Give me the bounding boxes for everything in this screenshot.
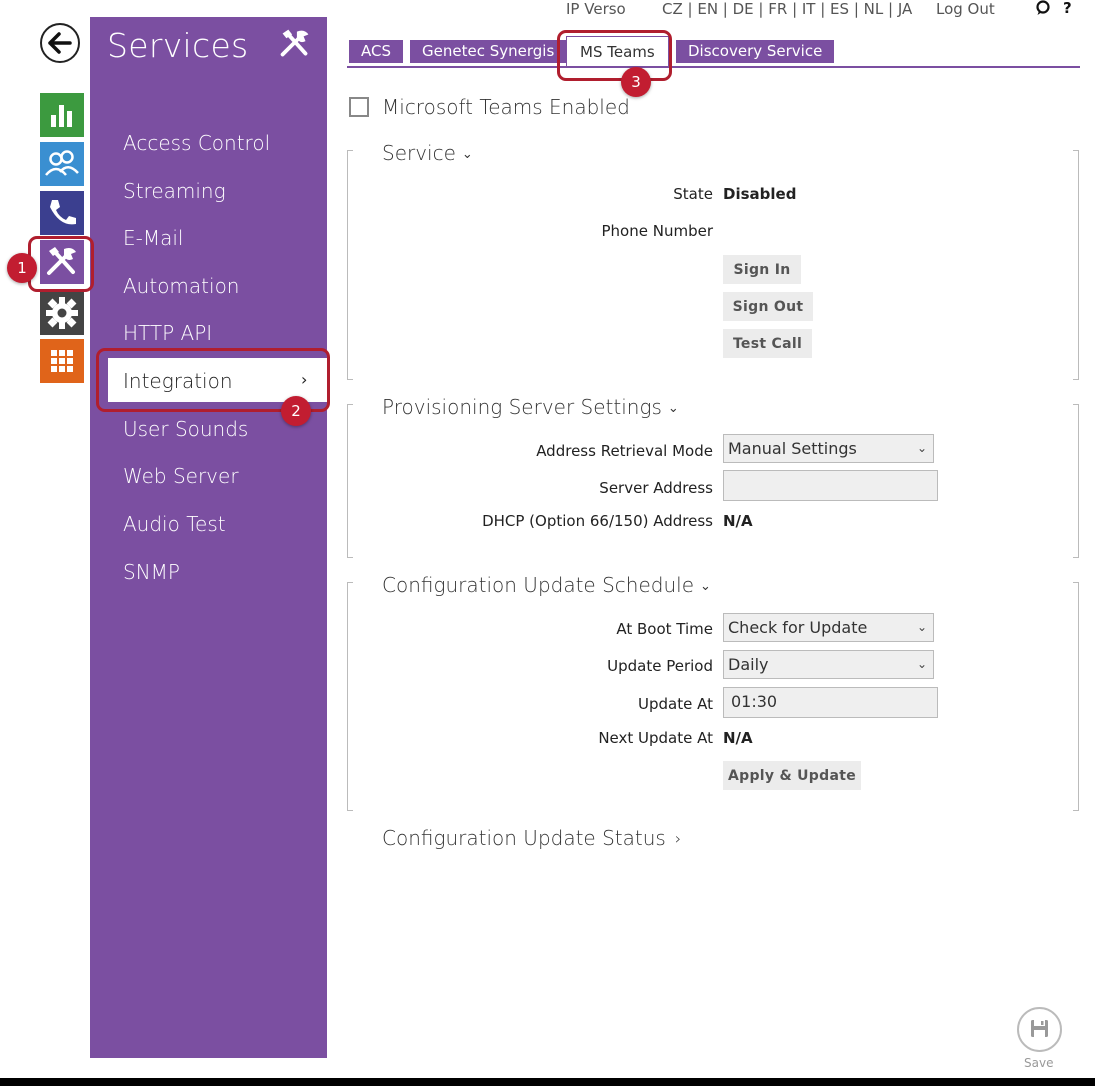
sign-in-button[interactable]: Sign In: [723, 255, 801, 284]
provisioning-bracket-left: [347, 404, 353, 558]
help-icon[interactable]: ?: [1063, 0, 1072, 17]
rail-status[interactable]: [40, 93, 84, 137]
update-at-label: Update At: [638, 695, 713, 713]
update-period-select[interactable]: Daily ⌄: [723, 650, 934, 679]
sidebar-item-email[interactable]: E-Mail: [123, 226, 183, 250]
next-update-label: Next Update At: [598, 729, 713, 747]
hardware-gear-icon: [40, 291, 84, 335]
sidebar-item-streaming[interactable]: Streaming: [123, 179, 226, 203]
service-section-title[interactable]: Service ⌄: [382, 141, 473, 165]
annotation-box-1: [28, 236, 94, 292]
status-chart-icon: [40, 93, 84, 137]
system-grid-icon: [40, 339, 84, 383]
annotation-box-3: [557, 30, 672, 81]
rail-phone[interactable]: [40, 191, 84, 235]
services-sidebar: [90, 17, 327, 1058]
floppy-disk-icon: [1031, 1020, 1048, 1037]
language-selector[interactable]: CZ | EN | DE | FR | IT | ES | NL | JA: [662, 0, 912, 18]
teams-enabled-label: Microsoft Teams Enabled: [382, 95, 630, 119]
sidebar-item-automation[interactable]: Automation: [123, 274, 239, 298]
save-label: Save: [1024, 1056, 1054, 1070]
chevron-down-icon: ⌄: [916, 441, 927, 455]
schedule-bracket-left: [347, 582, 353, 811]
sidebar-item-user-sounds[interactable]: User Sounds: [123, 417, 248, 441]
tab-acs[interactable]: ACS: [349, 40, 403, 63]
teams-enabled-checkbox[interactable]: [349, 97, 369, 117]
directory-users-icon: [40, 142, 84, 186]
annotation-badge-3: 3: [621, 67, 651, 97]
tab-underline: [347, 66, 1080, 68]
product-name: IP Verso: [566, 0, 626, 18]
sign-out-button[interactable]: Sign Out: [723, 292, 813, 321]
boot-time-label: At Boot Time: [616, 620, 713, 638]
chevron-down-icon: ⌄: [916, 657, 927, 671]
dhcp-address-label: DHCP (Option 66/150) Address: [482, 512, 713, 530]
address-mode-label: Address Retrieval Mode: [536, 442, 713, 460]
chevron-down-icon: ⌄: [461, 147, 473, 162]
logout-link[interactable]: Log Out: [936, 0, 995, 18]
rail-directory[interactable]: [40, 142, 84, 186]
update-period-label: Update Period: [607, 657, 713, 675]
tab-genetec-synergis[interactable]: Genetec Synergis: [410, 40, 567, 63]
state-label: State: [673, 185, 713, 203]
address-mode-select[interactable]: Manual Settings ⌄: [723, 434, 934, 463]
phone-number-label: Phone Number: [601, 222, 714, 240]
sidebar-item-audio-test[interactable]: Audio Test: [123, 512, 226, 536]
chevron-down-icon: ⌄: [700, 579, 711, 594]
sidebar-item-access-control[interactable]: Access Control: [123, 131, 270, 155]
test-call-button[interactable]: Test Call: [723, 329, 812, 358]
state-value: Disabled: [723, 185, 797, 203]
chevron-down-icon: ⌄: [667, 401, 679, 416]
schedule-section-title[interactable]: Configuration Update Schedule ⌄: [382, 573, 711, 597]
schedule-bracket-right: [1073, 582, 1079, 811]
boot-time-select[interactable]: Check for Update ⌄: [723, 613, 934, 642]
service-bracket-left: [347, 150, 353, 380]
rail-system[interactable]: [40, 339, 84, 383]
rail-hardware[interactable]: [40, 291, 84, 335]
sidebar-item-web-server[interactable]: Web Server: [123, 464, 239, 488]
annotation-badge-2: 2: [281, 396, 311, 426]
chevron-down-icon: ⌄: [916, 620, 927, 634]
bottom-border: [0, 1078, 1095, 1086]
provisioning-section-title[interactable]: Provisioning Server Settings ⌄: [382, 395, 679, 419]
annotation-badge-1: 1: [7, 253, 37, 283]
back-button[interactable]: [40, 23, 80, 63]
save-button[interactable]: [1017, 1007, 1062, 1052]
back-arrow-icon: [48, 32, 72, 54]
provisioning-bracket-right: [1073, 404, 1079, 558]
update-at-input[interactable]: 01:30: [723, 687, 938, 718]
phone-icon: [40, 191, 84, 235]
next-update-value: N/A: [723, 729, 753, 747]
apply-update-button[interactable]: Apply & Update: [723, 761, 861, 790]
tab-discovery-service[interactable]: Discovery Service: [676, 40, 835, 63]
service-bracket-right: [1073, 150, 1079, 380]
sidebar-item-snmp[interactable]: SNMP: [123, 560, 180, 584]
sidebar-item-http-api[interactable]: HTTP API: [123, 321, 212, 345]
dhcp-address-value: N/A: [723, 512, 753, 530]
status-section-title[interactable]: Configuration Update Status ›: [382, 826, 681, 850]
chevron-right-icon: ›: [674, 829, 682, 848]
speech-bubble-icon[interactable]: [1035, 0, 1051, 16]
server-address-input[interactable]: [723, 470, 938, 501]
sidebar-title: Services: [107, 26, 249, 65]
tools-icon: [274, 23, 316, 65]
server-address-label: Server Address: [599, 479, 713, 497]
